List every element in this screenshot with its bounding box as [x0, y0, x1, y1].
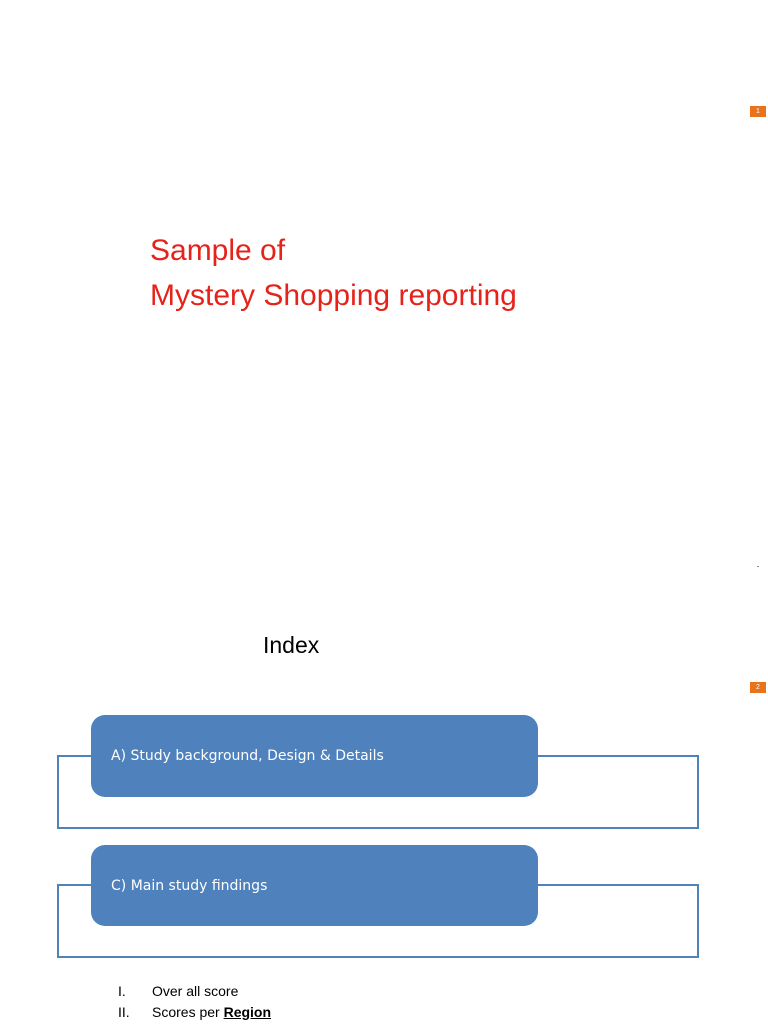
index-item-a[interactable]: A) Study background, Design & Details	[91, 715, 538, 797]
findings-list: I. Over all score II. Scores per Region	[118, 980, 271, 1022]
page-number-badge: 2	[750, 682, 766, 693]
list-item: II. Scores per Region	[118, 1001, 271, 1022]
list-numeral: I.	[118, 982, 126, 999]
index-item-c[interactable]: C) Main study findings	[91, 845, 538, 926]
list-text: Scores per	[152, 1003, 224, 1020]
list-item: I. Over all score	[118, 980, 271, 1001]
index-item-label: C) Main study findings	[111, 877, 268, 894]
title-line-1: Sample of	[150, 234, 286, 267]
separator-dot	[757, 566, 759, 567]
list-numeral: II.	[118, 1003, 130, 1020]
index-item-label: A) Study background, Design & Details	[111, 748, 384, 764]
slide-title: Sample of Mystery Shopping reporting	[150, 228, 517, 318]
index-heading: Index	[263, 632, 320, 658]
page-number-badge: 1	[750, 106, 766, 117]
list-emphasis: Region	[223, 1003, 272, 1020]
title-line-2: Mystery Shopping reporting	[150, 279, 517, 312]
list-text: Over all score	[152, 982, 239, 999]
